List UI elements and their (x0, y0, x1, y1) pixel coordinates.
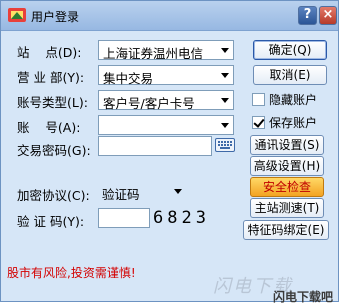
speed-test-button[interactable]: 主站测速(T) (250, 198, 324, 218)
login-form: 站 点(D): 上海证券温州电信 营 业 部(Y): 集中交易 账号类型(L):… (1, 32, 338, 304)
encryption-label: 加密协议(C): (17, 188, 90, 203)
risk-notice: 股市有风险,投资需谨慎! (7, 266, 136, 280)
password-label: 交易密码(G): (17, 143, 91, 158)
encryption-select[interactable]: 验证码 (98, 182, 186, 202)
chevron-down-icon (221, 123, 229, 128)
window-title: 用户登录 (31, 10, 80, 24)
captcha-input[interactable] (98, 208, 150, 228)
station-select[interactable]: 上海证券温州电信 (98, 40, 234, 61)
hide-account-checkbox[interactable] (252, 93, 265, 106)
account-type-select[interactable]: 客户号/客户卡号 (98, 90, 234, 111)
confirm-button[interactable]: 确定(Q) (253, 40, 327, 60)
save-account-checkbox[interactable] (252, 116, 265, 129)
branch-label: 营 业 部(Y): (17, 70, 85, 85)
branch-value: 集中交易 (103, 71, 154, 86)
password-field[interactable] (98, 136, 212, 156)
advanced-settings-button[interactable]: 高级设置(H) (250, 156, 324, 176)
save-account-label: 保存账户 (269, 116, 318, 130)
encryption-value: 验证码 (102, 187, 140, 202)
chevron-down-icon (221, 73, 229, 78)
account-type-label: 账号类型(L): (17, 95, 88, 110)
title-bar[interactable]: 用户登录 ? × (1, 1, 338, 31)
app-logo-icon (8, 8, 26, 22)
account-type-value: 客户号/客户卡号 (103, 96, 195, 111)
station-value: 上海证券温州电信 (103, 46, 204, 61)
station-label: 站 点(D): (17, 45, 82, 60)
keyboard-icon[interactable] (215, 138, 235, 152)
hide-account-label: 隐藏账户 (269, 93, 318, 107)
captcha-label: 验 证 码(Y): (17, 214, 85, 229)
watermark-site: 闪电下载吧 (273, 290, 334, 304)
chevron-down-icon (221, 48, 229, 53)
branch-select[interactable]: 集中交易 (98, 65, 234, 86)
captcha-image[interactable]: 6823 (153, 206, 215, 230)
chevron-down-icon (174, 189, 182, 194)
account-combo[interactable] (98, 115, 234, 135)
account-label: 账 号(A): (17, 120, 81, 135)
comm-settings-button[interactable]: 通讯设置(S) (250, 135, 324, 155)
cancel-button[interactable]: 取消(E) (253, 65, 327, 85)
close-button[interactable]: × (319, 6, 337, 25)
watermark: 闪电下载 闪电下载吧 (213, 272, 334, 304)
login-window: 用户登录 ? × 站 点(D): 上海证券温州电信 营 业 部(Y): 集中交易… (0, 0, 339, 304)
chevron-down-icon (221, 98, 229, 103)
cert-bind-button[interactable]: 特征码绑定(E) (243, 220, 329, 240)
help-button[interactable]: ? (298, 6, 317, 25)
security-check-button[interactable]: 安全检查 (250, 177, 324, 197)
